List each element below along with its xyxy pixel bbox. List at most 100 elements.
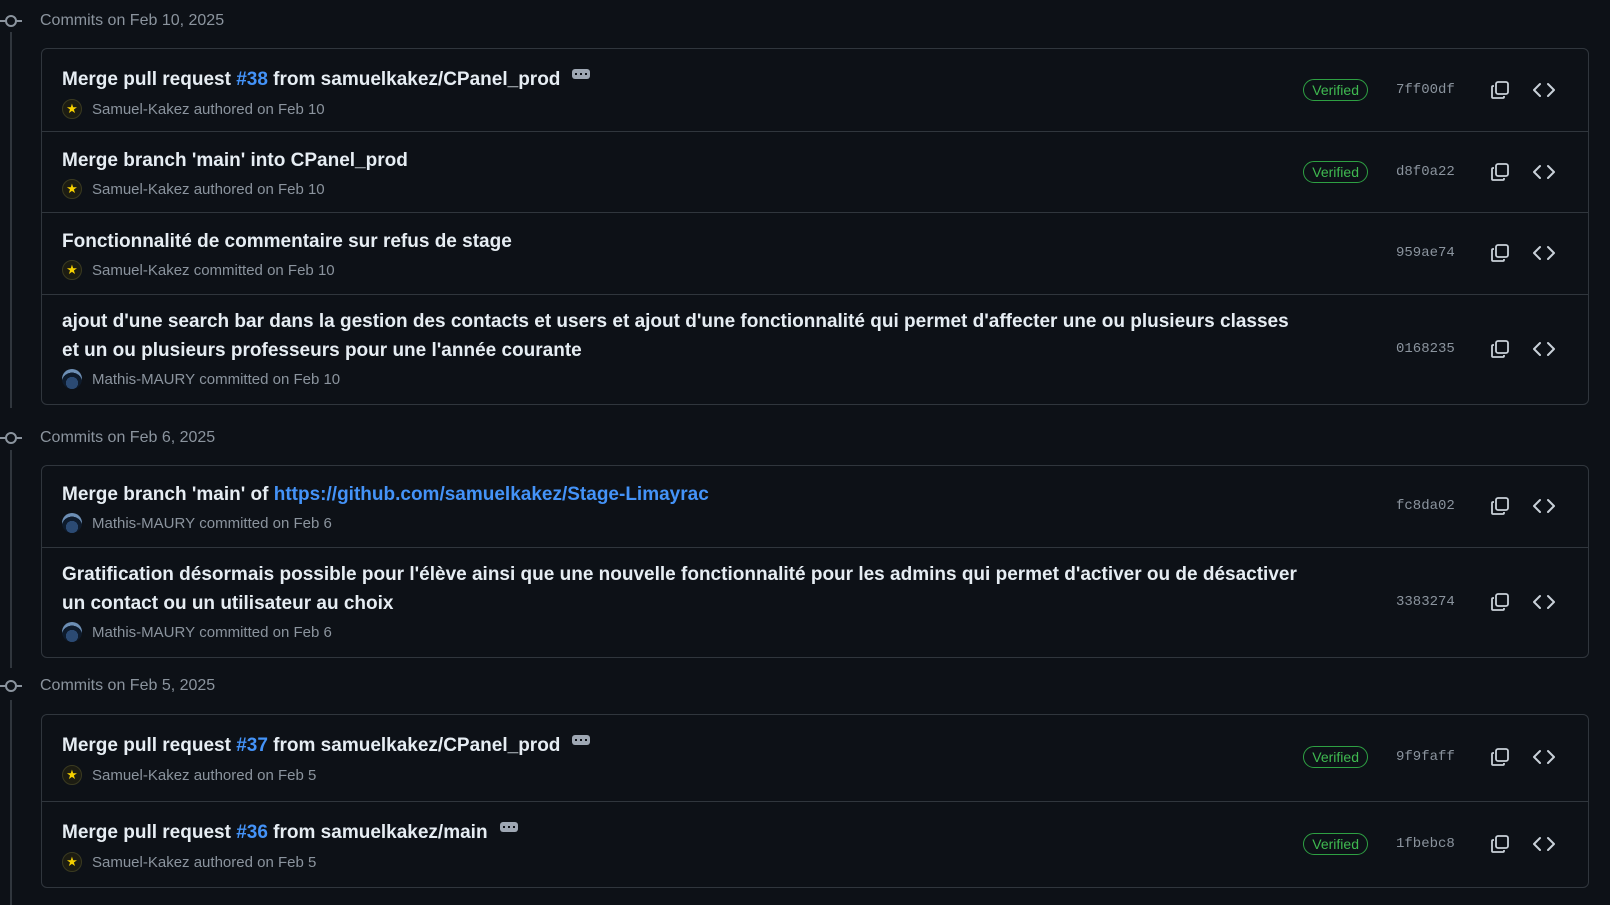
- git-commit-icon: [0, 427, 22, 449]
- star-avatar[interactable]: ★: [62, 260, 82, 280]
- commit-row: Merge branch 'main' of https://github.co…: [42, 466, 1588, 547]
- group-title: Commits on Feb 6, 2025: [40, 429, 216, 446]
- commit-row: Fonctionnalité de commentaire sur refus …: [42, 212, 1588, 294]
- commit-sha-link[interactable]: d8f0a22: [1396, 164, 1455, 180]
- commit-sha-link[interactable]: 9f9faff: [1396, 749, 1455, 765]
- commit-list: Merge branch 'main' of https://github.co…: [41, 465, 1589, 658]
- copy-icon[interactable]: [1486, 335, 1514, 363]
- star-icon: ★: [66, 181, 78, 196]
- copy-icon[interactable]: [1486, 743, 1514, 771]
- commit-actions: 959ae74: [1396, 239, 1558, 267]
- commit-row: Merge pull request #38 from samuelkakez/…: [42, 49, 1588, 131]
- group-title: Commits on Feb 10, 2025: [40, 12, 225, 29]
- commit-message[interactable]: Gratification désormais possible pour l'…: [62, 560, 1312, 618]
- commit-message[interactable]: ajout d'une search bar dans la gestion d…: [62, 307, 1292, 365]
- commit-actions: Verified d8f0a22: [1303, 158, 1558, 186]
- copy-icon[interactable]: [1486, 588, 1514, 616]
- commit-sha-link[interactable]: 959ae74: [1396, 245, 1455, 261]
- commit-list: Merge pull request #38 from samuelkakez/…: [41, 48, 1589, 405]
- author-link[interactable]: Mathis-MAURY: [92, 371, 195, 388]
- group-title: Commits on Feb 5, 2025: [40, 677, 216, 694]
- commit-actions: 3383274: [1396, 588, 1558, 616]
- photo-avatar[interactable]: [62, 622, 82, 642]
- commit-action: authored on Feb 10: [193, 180, 325, 198]
- commit-group-header: Commits on Feb 5, 2025: [0, 674, 215, 698]
- verified-badge[interactable]: Verified: [1303, 833, 1368, 855]
- code-brackets-icon[interactable]: [1530, 492, 1558, 520]
- commit-actions: Verified 7ff00df: [1303, 76, 1558, 104]
- commit-meta: ★ Samuel-Kakez authored on Feb 5: [62, 852, 316, 872]
- pr-link[interactable]: #38: [236, 69, 268, 90]
- commit-message[interactable]: Merge pull request #37 from samuelkakez/…: [62, 731, 1292, 760]
- photo-avatar[interactable]: [62, 513, 82, 533]
- code-brackets-icon[interactable]: [1530, 239, 1558, 267]
- author-link[interactable]: Samuel-Kakez: [92, 767, 190, 784]
- expand-message-button[interactable]: [572, 735, 591, 745]
- author-link[interactable]: Samuel-Kakez: [92, 181, 190, 198]
- verified-badge[interactable]: Verified: [1303, 79, 1368, 101]
- commit-sha-link[interactable]: 7ff00df: [1396, 82, 1455, 98]
- author-link[interactable]: Samuel-Kakez: [92, 262, 190, 279]
- commit-action: committed on Feb 6: [199, 623, 332, 641]
- commit-message[interactable]: Merge pull request #38 from samuelkakez/…: [62, 65, 1292, 94]
- copy-icon[interactable]: [1486, 158, 1514, 186]
- repo-link[interactable]: https://github.com/samuelkakez/Stage-Lim…: [274, 484, 709, 505]
- commit-sha-link[interactable]: 3383274: [1396, 594, 1455, 610]
- code-brackets-icon[interactable]: [1530, 335, 1558, 363]
- commit-action: authored on Feb 5: [193, 766, 317, 784]
- commit-message[interactable]: Fonctionnalité de commentaire sur refus …: [62, 227, 1292, 256]
- star-avatar[interactable]: ★: [62, 179, 82, 199]
- author-link[interactable]: Samuel-Kakez: [92, 854, 190, 871]
- code-brackets-icon[interactable]: [1530, 830, 1558, 858]
- star-avatar[interactable]: ★: [62, 99, 82, 119]
- star-icon: ★: [66, 767, 78, 782]
- commit-action: authored on Feb 5: [193, 853, 317, 871]
- author-link[interactable]: Mathis-MAURY: [92, 515, 195, 532]
- commit-meta: Mathis-MAURY committed on Feb 10: [62, 369, 340, 389]
- author-link[interactable]: Samuel-Kakez: [92, 101, 190, 118]
- commit-sha-link[interactable]: 1fbebc8: [1396, 836, 1455, 852]
- commit-list: Merge pull request #37 from samuelkakez/…: [41, 714, 1589, 888]
- commit-sha-link[interactable]: fc8da02: [1396, 498, 1455, 514]
- code-brackets-icon[interactable]: [1530, 588, 1558, 616]
- star-icon: ★: [66, 262, 78, 277]
- star-avatar[interactable]: ★: [62, 765, 82, 785]
- photo-avatar[interactable]: [62, 369, 82, 389]
- code-brackets-icon[interactable]: [1530, 76, 1558, 104]
- expand-message-button[interactable]: [499, 822, 518, 832]
- timeline-line: [10, 32, 12, 408]
- code-brackets-icon[interactable]: [1530, 743, 1558, 771]
- commit-actions: Verified 1fbebc8: [1303, 830, 1558, 858]
- commit-action: authored on Feb 10: [193, 100, 325, 118]
- verified-badge[interactable]: Verified: [1303, 161, 1368, 183]
- copy-icon[interactable]: [1486, 492, 1514, 520]
- commit-meta: ★ Samuel-Kakez authored on Feb 5: [62, 765, 316, 785]
- commit-row: Gratification désormais possible pour l'…: [42, 547, 1588, 657]
- verified-badge[interactable]: Verified: [1303, 746, 1368, 768]
- pr-link[interactable]: #37: [236, 735, 268, 756]
- commit-message[interactable]: Merge pull request #36 from samuelkakez/…: [62, 818, 1292, 847]
- copy-icon[interactable]: [1486, 76, 1514, 104]
- code-brackets-icon[interactable]: [1530, 158, 1558, 186]
- commit-action: committed on Feb 6: [199, 514, 332, 532]
- commit-meta: ★ Samuel-Kakez authored on Feb 10: [62, 99, 325, 119]
- star-icon: ★: [66, 854, 78, 869]
- commit-meta: Mathis-MAURY committed on Feb 6: [62, 622, 332, 642]
- star-avatar[interactable]: ★: [62, 852, 82, 872]
- star-icon: ★: [66, 101, 78, 116]
- commit-row: Merge pull request #36 from samuelkakez/…: [42, 801, 1588, 887]
- commit-sha-link[interactable]: 0168235: [1396, 341, 1455, 357]
- timeline-line: [10, 700, 12, 905]
- git-commit-icon: [0, 675, 22, 697]
- commit-meta: Mathis-MAURY committed on Feb 6: [62, 513, 332, 533]
- commit-action: committed on Feb 10: [193, 261, 335, 279]
- git-commit-icon: [0, 10, 22, 32]
- author-link[interactable]: Mathis-MAURY: [92, 624, 195, 641]
- pr-link[interactable]: #36: [236, 822, 268, 843]
- commit-actions: fc8da02: [1396, 492, 1558, 520]
- expand-message-button[interactable]: [572, 69, 591, 79]
- copy-icon[interactable]: [1486, 830, 1514, 858]
- commit-message[interactable]: Merge branch 'main' of https://github.co…: [62, 480, 1292, 509]
- copy-icon[interactable]: [1486, 239, 1514, 267]
- commit-message[interactable]: Merge branch 'main' into CPanel_prod: [62, 146, 1292, 175]
